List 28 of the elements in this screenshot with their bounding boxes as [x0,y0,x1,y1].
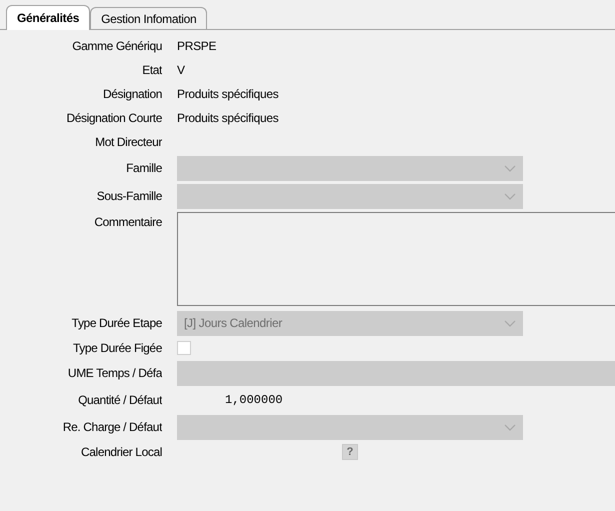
field-label: Re. Charge / Défaut [62,419,162,436]
field-label: UME Temps / Défa [66,365,162,382]
chevron-down-icon [504,320,516,326]
field-label: Etat [141,62,162,79]
tab[interactable]: Gestion Infomation [90,7,208,29]
comment-field[interactable] [177,212,615,306]
help-button[interactable]: ? [342,444,358,460]
field-label: Type Durée Figée [72,340,162,357]
chevron-down-icon [504,192,516,200]
field-label: Calendrier Local [80,444,162,461]
field-label: Mot Directeur [94,134,162,151]
field-value: PRSPE [177,39,216,53]
field-label: Gamme Génériqu [71,38,162,55]
checkbox[interactable] [177,341,191,355]
field-label: Désignation [102,86,162,103]
field-label: Sous-Famille [96,188,162,205]
field-value: Produits spécifiques [177,87,278,101]
chevron-down-icon [504,164,516,172]
field-label: Famille [125,160,162,177]
field-label: Commentaire [93,214,162,231]
field-label: Quantité / Défaut [77,392,162,409]
quantity-value: 1,000000 [225,393,283,407]
chevron-down-icon [504,424,516,430]
tab[interactable]: Généralités [6,5,90,30]
field-value: Produits spécifiques [177,111,278,125]
field-value: V [177,63,185,77]
field-label: Désignation Courte [65,110,162,127]
field-label: Type Durée Etape [70,315,162,332]
